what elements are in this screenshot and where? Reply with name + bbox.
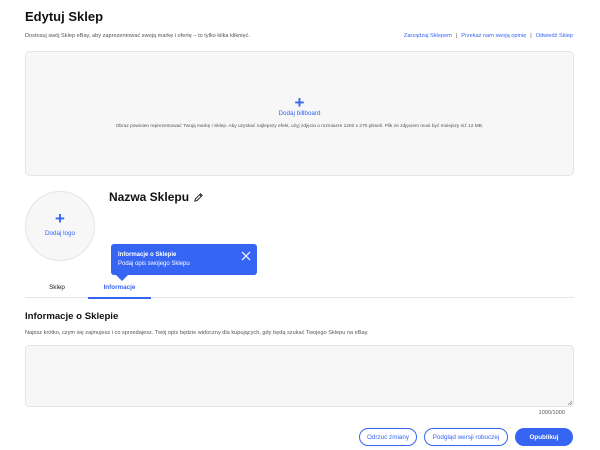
add-logo-button[interactable]: + Dodaj logo bbox=[25, 191, 95, 261]
resize-handle-icon[interactable] bbox=[567, 400, 573, 406]
store-tabs: Sklep Informacje bbox=[25, 282, 574, 299]
publish-button[interactable]: Opublikuj bbox=[515, 428, 573, 446]
page-subtitle: Dostosuj swój Sklep eBay, aby zaprezento… bbox=[25, 33, 250, 39]
pencil-icon[interactable] bbox=[193, 192, 204, 203]
close-icon[interactable] bbox=[241, 251, 251, 261]
link-separator: | bbox=[455, 33, 458, 39]
discard-changes-button[interactable]: Odrzuć zmiany bbox=[359, 428, 417, 446]
add-billboard-label: Dodaj billboard bbox=[278, 110, 321, 117]
preview-draft-button[interactable]: Podgląd wersji roboczej bbox=[424, 428, 508, 446]
character-counter: 1000/1000 bbox=[538, 410, 565, 416]
feedback-link[interactable]: Przekaż nam swoją opinię bbox=[461, 33, 526, 39]
store-name: Nazwa Sklepu bbox=[109, 190, 190, 204]
store-description-textarea[interactable] bbox=[25, 345, 574, 407]
tab-information[interactable]: Informacje bbox=[88, 284, 151, 299]
plus-icon: + bbox=[55, 209, 65, 228]
tooltip-title: Informacje o Sklepie bbox=[118, 252, 177, 258]
section-description: Napisz krótko, czym się zajmujesz i co s… bbox=[25, 330, 369, 336]
billboard-hint: Obraz powinien reprezentować Twoją markę… bbox=[115, 124, 484, 129]
manage-store-link[interactable]: Zarządzaj Sklepem bbox=[404, 33, 452, 39]
tab-store[interactable]: Sklep bbox=[25, 284, 89, 291]
tooltip-body: Podaj opis swojego Sklepu bbox=[118, 261, 190, 267]
visit-store-link[interactable]: Odwiedź Sklep bbox=[536, 33, 573, 39]
link-separator: | bbox=[530, 33, 532, 39]
page-title: Edytuj Sklep bbox=[25, 9, 104, 24]
add-billboard-area[interactable]: + Dodaj billboard Obraz powinien repreze… bbox=[25, 51, 574, 176]
header-links: Zarządzaj Sklepem | Przekaż nam swoją op… bbox=[404, 33, 573, 39]
tooltip-arrow bbox=[116, 275, 128, 281]
plus-icon: + bbox=[294, 93, 305, 112]
info-tooltip: Informacje o Sklepie Podaj opis swojego … bbox=[111, 244, 257, 281]
section-title: Informacje o Sklepie bbox=[25, 311, 119, 322]
add-logo-label: Dodaj logo bbox=[44, 230, 76, 237]
